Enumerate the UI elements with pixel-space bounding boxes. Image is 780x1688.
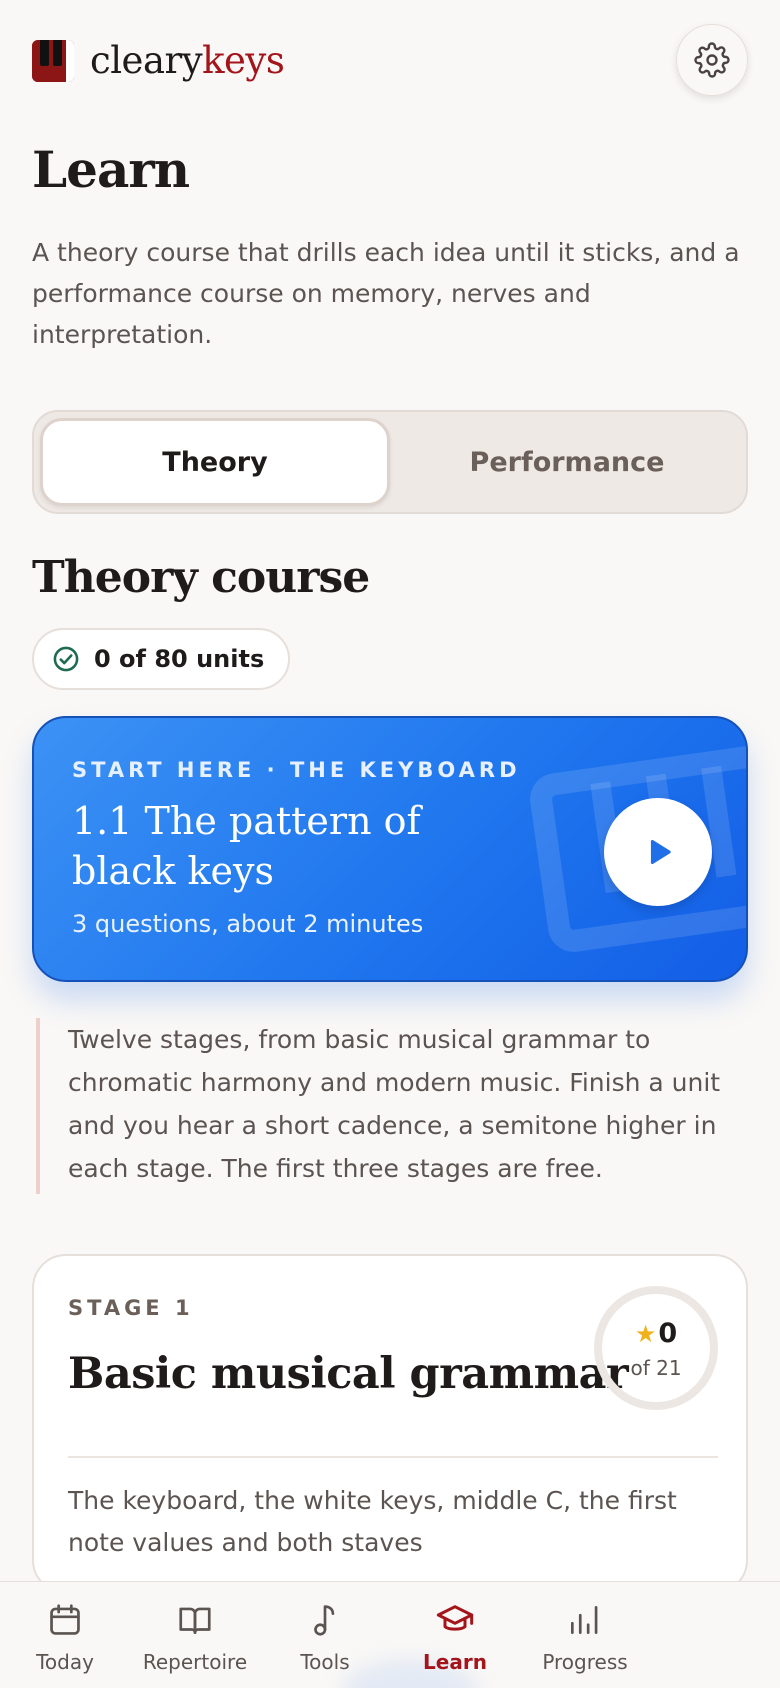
units-progress-badge: 0 of 80 units <box>32 628 291 690</box>
course-heading: Theory course <box>32 552 370 603</box>
nav-label-tools: Tools <box>300 1650 350 1674</box>
tab-theory[interactable]: Theory <box>40 418 390 506</box>
start-card-eyebrow: START HERE · THE KEYBOARD <box>72 758 521 782</box>
calendar-icon <box>46 1600 84 1640</box>
app-header: clearykeys <box>32 24 748 100</box>
nav-item-today[interactable]: Today <box>0 1582 130 1688</box>
gear-icon <box>694 42 730 78</box>
book-icon <box>176 1600 214 1640</box>
piano-logo-icon <box>32 40 74 82</box>
nav-label-repertoire: Repertoire <box>142 1650 248 1674</box>
course-description-note: Twelve stages, from basic musical gramma… <box>36 1018 748 1194</box>
play-icon <box>641 835 675 869</box>
start-card-title: 1.1 The pattern of black keys <box>72 799 421 893</box>
star-icon: ★ <box>634 1320 657 1348</box>
nav-label-progress: Progress <box>542 1650 628 1674</box>
stage-card[interactable]: STAGE 1 Basic musical grammar ★0 of 21 T… <box>32 1254 748 1594</box>
nav-label-learn: Learn <box>423 1650 487 1674</box>
nav-item-progress[interactable]: Progress <box>520 1582 650 1688</box>
music-note-icon <box>306 1600 344 1640</box>
nav-item-learn[interactable]: Learn <box>390 1582 520 1688</box>
brand-logo[interactable]: clearykeys <box>32 39 285 82</box>
settings-button[interactable] <box>676 24 748 96</box>
play-lesson-button[interactable] <box>604 798 712 906</box>
stage-title: Basic musical grammar <box>68 1349 629 1399</box>
stage-eyebrow: STAGE 1 <box>68 1296 194 1320</box>
bar-chart-icon <box>566 1600 604 1640</box>
graduation-cap-icon <box>435 1600 475 1640</box>
nav-label-today: Today <box>36 1650 94 1674</box>
stage-stars-ring: ★0 of 21 <box>594 1286 718 1410</box>
nav-item-tools[interactable]: Tools <box>260 1582 390 1688</box>
units-progress-label: 0 of 80 units <box>94 645 265 673</box>
bottom-navigation: Today Repertoire Tools Learn Progress <box>0 1581 780 1688</box>
nav-item-repertoire[interactable]: Repertoire <box>130 1582 260 1688</box>
page-title: Learn <box>32 140 190 199</box>
brand-wordmark: clearykeys <box>90 39 285 82</box>
start-lesson-card[interactable]: START HERE · THE KEYBOARD 1.1 The patter… <box>32 716 748 982</box>
learn-page: clearykeys Learn A theory course that dr… <box>0 0 780 1688</box>
stage-description: The keyboard, the white keys, middle C, … <box>68 1486 677 1557</box>
page-intro: A theory course that drills each idea un… <box>32 238 740 349</box>
start-card-meta: 3 questions, about 2 minutes <box>72 910 424 938</box>
course-tabs: Theory Performance <box>32 410 748 514</box>
check-circle-icon <box>52 645 80 673</box>
tab-performance[interactable]: Performance <box>392 418 742 506</box>
stage-stars-total: of 21 <box>630 1356 682 1380</box>
stage-stars-count: ★0 <box>634 1318 678 1349</box>
stage-divider <box>68 1456 718 1458</box>
